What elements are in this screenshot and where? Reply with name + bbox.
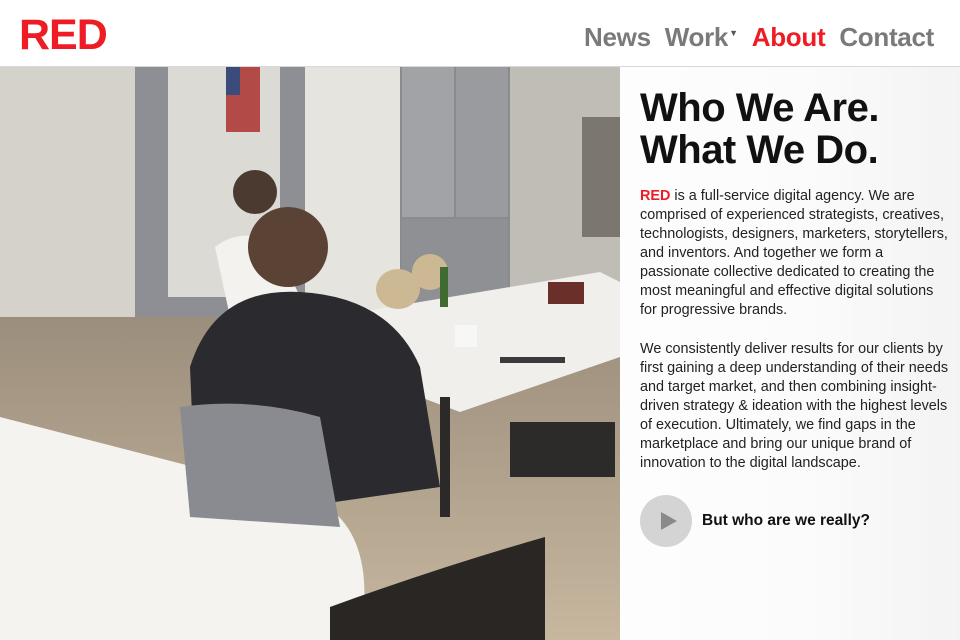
nav-news[interactable]: News <box>584 19 651 55</box>
caret-down-icon: ▼ <box>729 28 738 38</box>
about-panel: Who We Are. What We Do. RED is a full-se… <box>620 67 960 640</box>
about-paragraph-2: We consistently deliver results for our … <box>640 341 949 471</box>
nav-about-label: About <box>751 22 826 52</box>
about-paragraph-1: RED is a full-service digital agency. We… <box>640 187 950 320</box>
nav-contact-label: Contact <box>839 22 934 52</box>
site-header: RED News Work▼ About Contact <box>0 0 960 67</box>
about-paragraph-1-text: is a full-service digital agency. We are… <box>640 188 948 318</box>
nav-work[interactable]: Work▼ <box>665 19 738 55</box>
nav-about[interactable]: About <box>752 19 826 55</box>
headline-line-2: What We Do. <box>640 128 879 172</box>
headline-line-1: Who We Are. <box>640 86 879 130</box>
page-headline: Who We Are. What We Do. <box>640 87 879 171</box>
video-cta[interactable]: But who are we really? <box>640 495 870 547</box>
nav-news-label: News <box>584 22 651 52</box>
red-logo[interactable]: RED <box>19 12 108 58</box>
play-icon[interactable] <box>640 495 692 547</box>
nav-contact[interactable]: Contact <box>839 19 934 55</box>
office-team-photo <box>0 67 620 640</box>
main-nav: News Work▼ About Contact <box>570 19 934 55</box>
nav-work-label: Work <box>664 22 729 52</box>
inline-brand-name: RED <box>640 188 671 204</box>
video-cta-label[interactable]: But who are we really? <box>702 512 870 530</box>
